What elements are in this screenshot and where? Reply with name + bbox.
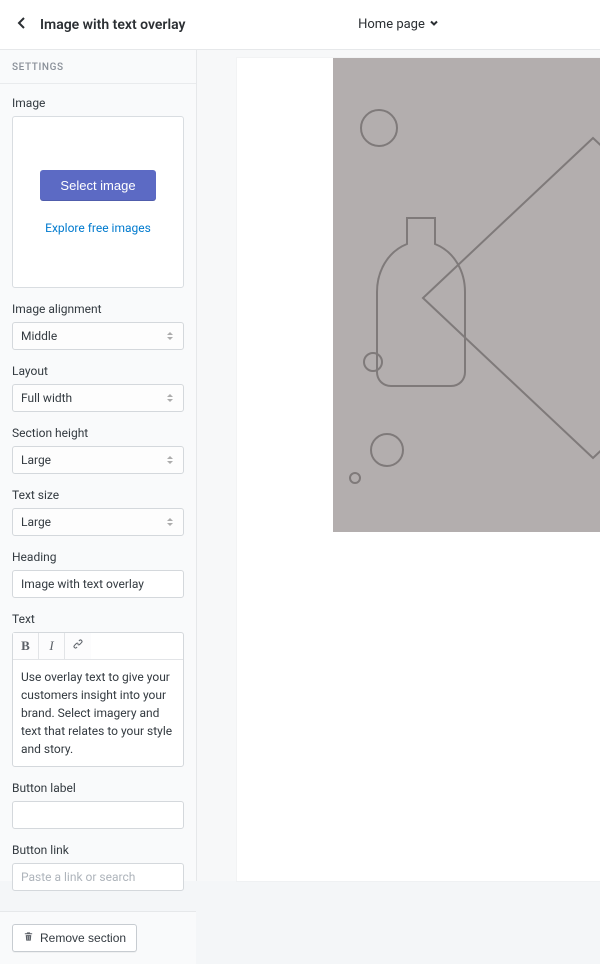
field-section-height: Section height Large [12, 426, 184, 474]
field-button-link: Button link [12, 843, 184, 891]
explore-free-images-link[interactable]: Explore free images [45, 221, 151, 235]
field-text-size: Text size Large [12, 488, 184, 536]
layout-value: Full width [21, 391, 72, 405]
settings-panel: Image Select image Explore free images I… [0, 84, 196, 911]
settings-header: SETTINGS [0, 50, 196, 84]
link-button[interactable] [65, 633, 91, 659]
field-button-label: Button label [12, 781, 184, 829]
rich-text-editor: B I Use overlay text to give your custom… [12, 632, 184, 767]
section-height-label: Section height [12, 426, 184, 440]
field-heading: Heading [12, 550, 184, 598]
field-image-alignment: Image alignment Middle [12, 302, 184, 350]
text-size-select[interactable]: Large [12, 508, 184, 536]
text-input[interactable]: Use overlay text to give your customers … [13, 660, 183, 766]
page-selector-label: Home page [358, 17, 425, 32]
text-size-value: Large [21, 515, 51, 529]
select-chevron-icon [165, 515, 175, 529]
button-link-input[interactable] [12, 863, 184, 891]
chevron-left-icon [15, 16, 29, 34]
preview-hero-image [333, 58, 600, 532]
image-alignment-label: Image alignment [12, 302, 184, 316]
preview-canvas [237, 58, 600, 881]
section-height-select[interactable]: Large [12, 446, 184, 474]
field-text: Text B I Use overlay text to give your c… [12, 612, 184, 767]
settings-sidebar: SETTINGS Image Select image Explore free… [0, 50, 197, 881]
chevron-down-icon [425, 17, 439, 32]
back-button[interactable] [8, 11, 36, 39]
select-chevron-icon [165, 391, 175, 405]
image-label: Image [12, 96, 184, 110]
trash-icon [23, 931, 40, 945]
rte-toolbar: B I [13, 633, 183, 660]
layout-select[interactable]: Full width [12, 384, 184, 412]
button-label-input[interactable] [12, 801, 184, 829]
section-height-value: Large [21, 453, 51, 467]
field-layout: Layout Full width [12, 364, 184, 412]
remove-section-label: Remove section [40, 931, 126, 945]
topbar-center: Home page [197, 17, 600, 32]
panel-title: Image with text overlay [40, 17, 185, 33]
image-alignment-value: Middle [21, 329, 57, 343]
button-label-label: Button label [12, 781, 184, 795]
image-well: Select image Explore free images [12, 116, 184, 288]
topbar: Image with text overlay Home page [0, 0, 600, 50]
sidebar-footer: Remove section [0, 911, 196, 964]
image-alignment-select[interactable]: Middle [12, 322, 184, 350]
select-chevron-icon [165, 329, 175, 343]
select-chevron-icon [165, 453, 175, 467]
remove-section-button[interactable]: Remove section [12, 924, 137, 952]
layout-label: Layout [12, 364, 184, 378]
text-label: Text [12, 612, 184, 626]
preview-area [197, 50, 600, 881]
heading-label: Heading [12, 550, 184, 564]
field-image: Image Select image Explore free images [12, 96, 184, 288]
select-image-button[interactable]: Select image [40, 170, 155, 201]
link-icon [72, 638, 84, 654]
page-selector[interactable]: Home page [358, 17, 439, 32]
bold-button[interactable]: B [13, 633, 39, 659]
topbar-left: Image with text overlay [0, 11, 197, 39]
button-link-label: Button link [12, 843, 184, 857]
heading-input[interactable] [12, 570, 184, 598]
text-size-label: Text size [12, 488, 184, 502]
italic-button[interactable]: I [39, 633, 65, 659]
placeholder-illustration-icon [333, 58, 600, 532]
